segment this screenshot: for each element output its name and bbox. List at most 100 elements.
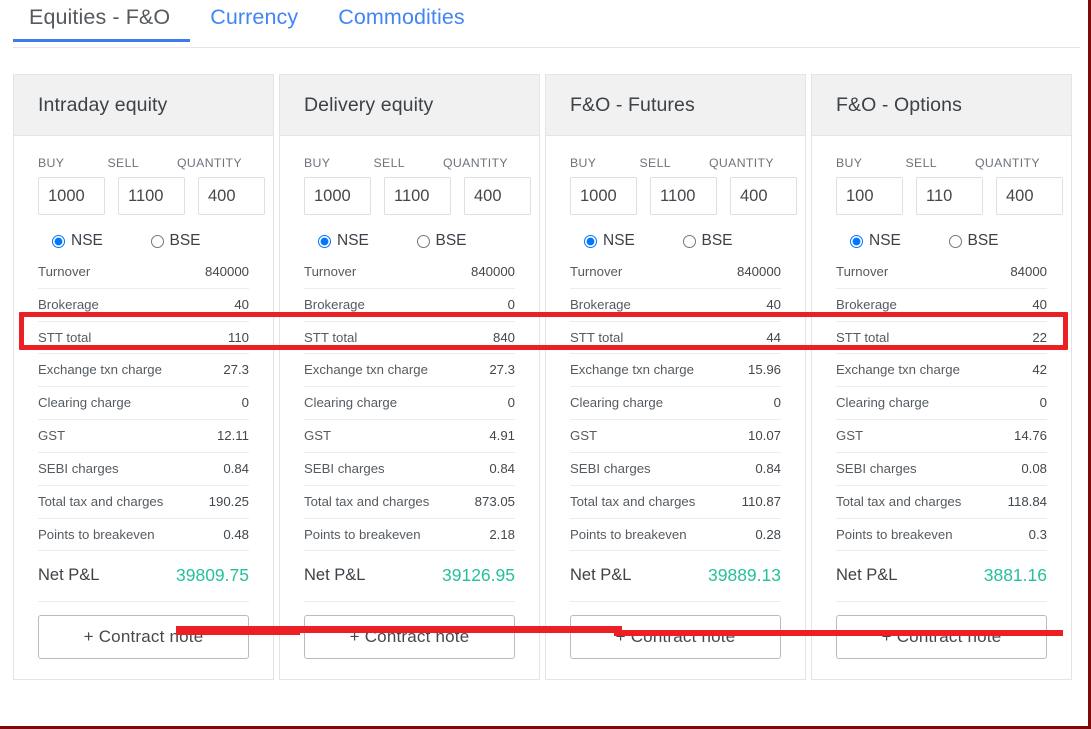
quantity-input[interactable]: [996, 177, 1063, 215]
buy-input[interactable]: [304, 177, 371, 215]
buy-label: BUY: [570, 156, 597, 170]
row-label: GST: [38, 428, 66, 444]
row-turnover: Turnover 84000: [836, 256, 1047, 289]
radio-bse[interactable]: BSE: [416, 232, 516, 250]
row-exchange-txn-charge: Exchange txn charge 15.96: [570, 354, 781, 388]
row-value: 840000: [736, 264, 781, 279]
tab-label: Commodities: [338, 5, 465, 29]
radio-bse[interactable]: BSE: [150, 232, 250, 250]
row-value: 0: [773, 395, 781, 411]
row-value: 0.84: [223, 460, 249, 476]
net-pl-label: Net P&L: [570, 566, 632, 585]
row-label: GST: [836, 428, 864, 444]
row-clearing-charge: Clearing charge 0: [38, 387, 249, 421]
row-clearing-charge: Clearing charge 0: [836, 387, 1047, 421]
exchange-radio-group: NSE BSE: [304, 215, 515, 256]
exchange-radio-group: NSE BSE: [38, 215, 249, 256]
row-gst: GST 10.07: [570, 420, 781, 453]
net-pl-label: Net P&L: [304, 566, 366, 585]
radio-nse[interactable]: NSE: [850, 232, 949, 250]
row-total-tax-and-charges: Total tax and charges 190.25: [38, 486, 249, 519]
row-value: 44: [766, 329, 781, 345]
row-value: 4.91: [489, 428, 515, 444]
tab-equities-fno[interactable]: Equities - F&O: [13, 0, 191, 42]
row-clearing-charge: Clearing charge 0: [304, 387, 515, 421]
radio-nse-input[interactable]: [318, 234, 331, 248]
radio-bse-input[interactable]: [948, 234, 962, 248]
row-value: 27.3: [489, 362, 515, 378]
contract-note-button[interactable]: + Contract note: [304, 614, 515, 659]
row-label: Total tax and charges: [304, 493, 430, 509]
row-value: 0.3: [1028, 526, 1047, 542]
radio-nse[interactable]: NSE: [584, 232, 683, 250]
row-value: 110.87: [741, 493, 781, 509]
row-label: Total tax and charges: [570, 493, 696, 509]
quantity-input[interactable]: [730, 177, 797, 215]
row-label: Points to breakeven: [38, 526, 155, 542]
contract-note-button[interactable]: + Contract note: [570, 614, 781, 659]
sell-input[interactable]: [650, 177, 717, 215]
radio-bse-input[interactable]: [682, 234, 696, 248]
net-pl-label: Net P&L: [38, 566, 100, 585]
radio-nse-input[interactable]: [52, 234, 65, 248]
row-value: 190.25: [208, 493, 249, 509]
card-title: F&O - Options: [836, 93, 962, 116]
row-value: 40: [766, 296, 781, 312]
contract-note-button[interactable]: + Contract note: [38, 614, 249, 659]
row-value: 110: [227, 329, 249, 345]
radio-nse-input[interactable]: [850, 234, 863, 248]
radio-nse[interactable]: NSE: [318, 232, 417, 250]
row-total-tax-and-charges: Total tax and charges 873.05: [304, 486, 515, 519]
buy-input[interactable]: [38, 177, 105, 215]
net-pl-value: 39126.95: [442, 565, 515, 586]
row-label: GST: [570, 428, 598, 444]
contract-note-button[interactable]: + Contract note: [836, 614, 1047, 659]
field-label-row: BUY SELL QUANTITY: [836, 136, 1047, 170]
sell-input[interactable]: [916, 177, 983, 215]
sell-input[interactable]: [118, 177, 185, 215]
tab-bar: Equities - F&O Currency Commodities: [0, 0, 1088, 48]
row-label: Brokerage: [304, 296, 365, 312]
contract-note-area: + Contract note: [836, 600, 1047, 679]
radio-bse-label: BSE: [701, 232, 733, 249]
row-brokerage: Brokerage 40: [570, 289, 781, 322]
row-value: 84000: [1010, 264, 1047, 279]
quantity-input[interactable]: [198, 177, 265, 215]
radio-bse[interactable]: BSE: [682, 232, 782, 250]
row-label: STT total: [38, 329, 92, 345]
tab-commodities[interactable]: Commodities: [318, 0, 485, 42]
buy-input[interactable]: [836, 177, 903, 215]
row-sebi-charges: SEBI charges 0.08: [836, 453, 1047, 486]
row-net-pl: Net P&L 39889.13: [570, 551, 781, 600]
row-value: 0.08: [1021, 460, 1047, 476]
row-label: Exchange txn charge: [570, 362, 694, 378]
row-total-tax-and-charges: Total tax and charges 118.84: [836, 486, 1047, 519]
sell-input[interactable]: [384, 177, 451, 215]
radio-bse-input[interactable]: [150, 234, 164, 248]
radio-bse-label: BSE: [435, 232, 467, 249]
row-label: Total tax and charges: [38, 493, 164, 509]
buy-input[interactable]: [570, 177, 637, 215]
card-header: Delivery equity: [280, 75, 539, 136]
radio-bse[interactable]: BSE: [948, 232, 1048, 250]
row-gst: GST 4.91: [304, 420, 515, 453]
radio-nse[interactable]: NSE: [52, 232, 151, 250]
row-label: Exchange txn charge: [836, 362, 960, 378]
radio-nse-label: NSE: [337, 232, 369, 249]
card-fno-futures: F&O - Futures BUY SELL QUANTITY NSE: [545, 74, 806, 680]
row-label: Turnover: [836, 264, 889, 279]
row-label: SEBI charges: [304, 460, 385, 476]
row-stt-total: STT total 22: [836, 322, 1047, 355]
row-label: Clearing charge: [570, 395, 664, 411]
tab-currency[interactable]: Currency: [190, 0, 318, 42]
card-title: Delivery equity: [304, 93, 434, 116]
radio-bse-input[interactable]: [416, 234, 430, 248]
row-value: 0: [507, 296, 515, 312]
row-net-pl: Net P&L 39126.95: [304, 551, 515, 600]
row-label: SEBI charges: [38, 460, 119, 476]
row-label: Turnover: [38, 264, 91, 279]
charges-table: Turnover 840000 Brokerage 40 STT total 1…: [38, 256, 249, 601]
radio-nse-input[interactable]: [584, 234, 597, 248]
quantity-input[interactable]: [464, 177, 531, 215]
card-intraday-equity: Intraday equity BUY SELL QUANTITY NSE: [13, 74, 274, 680]
